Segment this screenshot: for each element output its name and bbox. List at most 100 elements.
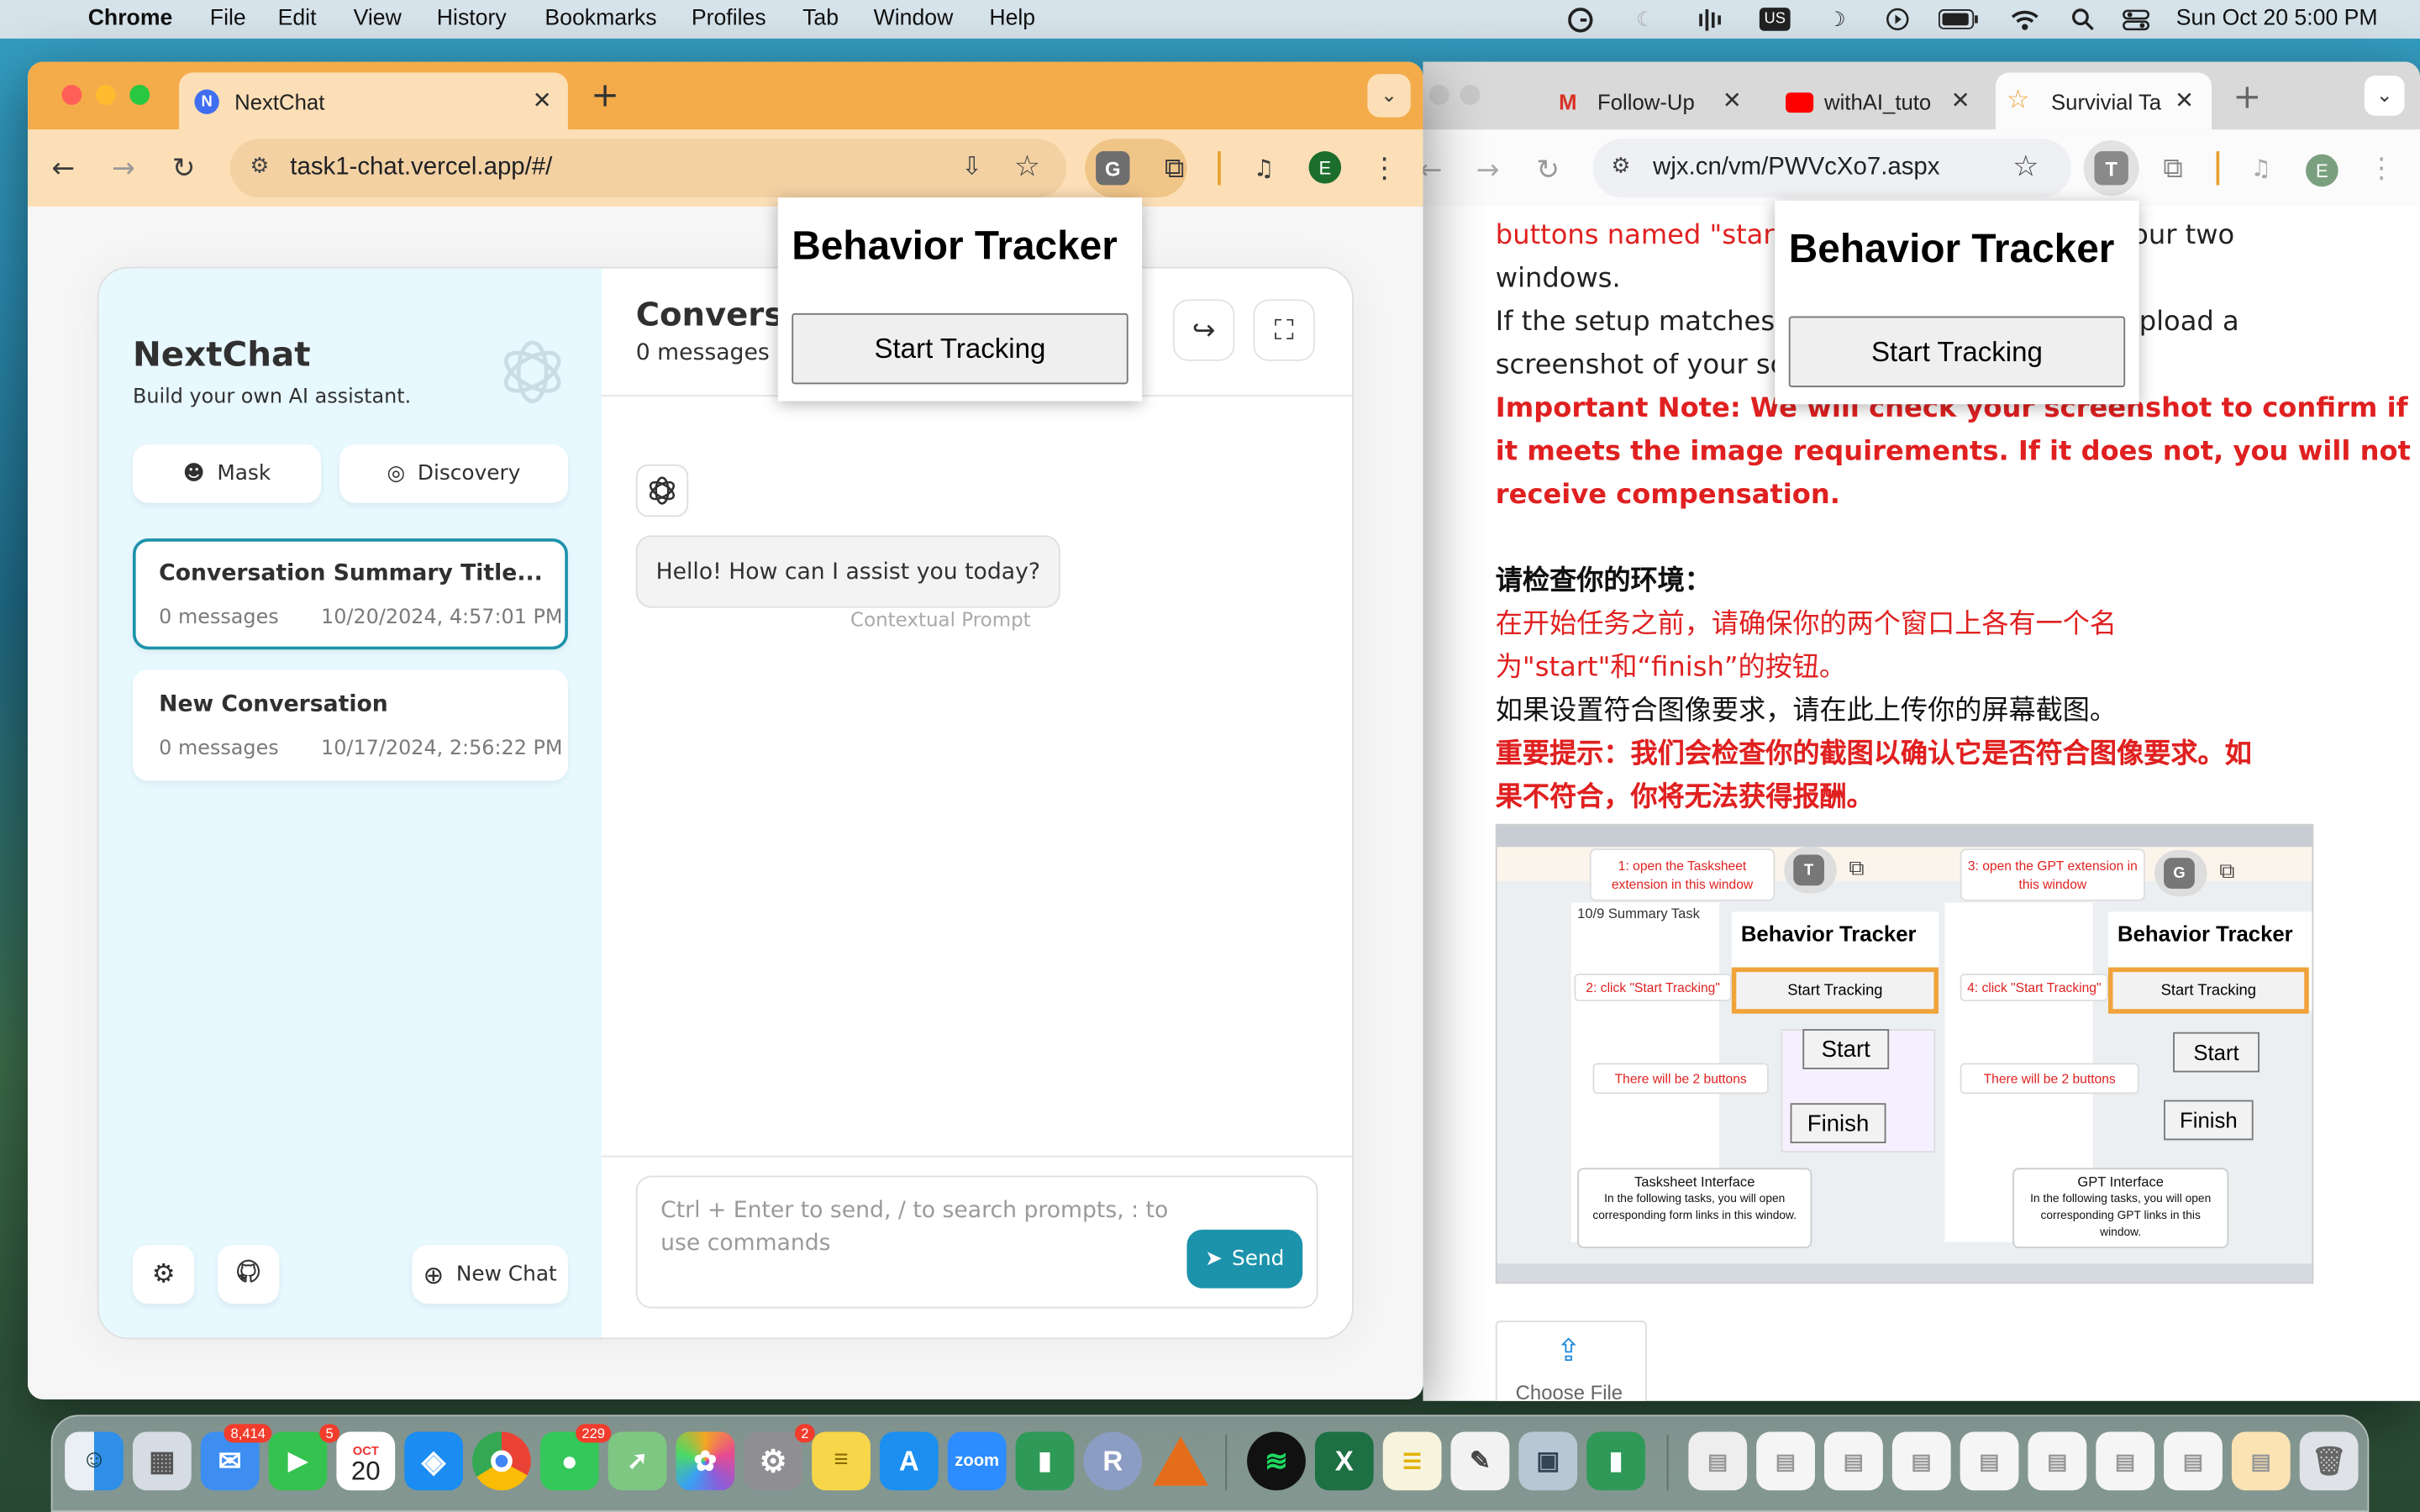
menu-app-name[interactable]: Chrome (88, 6, 173, 30)
profile-avatar[interactable]: E (2306, 154, 2338, 187)
menu-window[interactable]: Window (874, 6, 954, 30)
tab-close-icon[interactable]: ✕ (1723, 87, 1742, 114)
chat-item-selected[interactable]: Conversation Summary Title... 0 messages… (132, 538, 568, 650)
menu-help[interactable]: Help (989, 6, 1035, 30)
menu-bookmarks[interactable]: Bookmarks (544, 6, 656, 30)
minimized-window-8[interactable]: ▤ (2164, 1431, 2223, 1491)
audio-bars-icon[interactable] (1697, 8, 1722, 31)
menu-clock[interactable]: Sun Oct 20 5:00 PM (2176, 6, 2378, 30)
excel-dock-icon[interactable]: X (1314, 1431, 1374, 1491)
tasksheet-extension-icon[interactable]: T (2094, 150, 2128, 186)
address-bar[interactable]: ⚙ task1-chat.vercel.app/#/ ⇩ ☆ (229, 139, 1067, 198)
back-arrow-icon[interactable]: ← (1423, 150, 1450, 190)
address-bar[interactable]: ⚙ wjx.cn/vm/PWVcXo7.aspx ☆ (1592, 139, 2071, 198)
choose-file-button[interactable]: ⇪ Choose File (1495, 1320, 1647, 1401)
menu-profiles[interactable]: Profiles (692, 6, 766, 30)
menu-view[interactable]: View (354, 6, 402, 30)
window-minimize-button[interactable] (1428, 85, 1449, 105)
gpt-extension-icon[interactable]: G (1096, 150, 1130, 186)
control-center-icon[interactable] (2123, 8, 2150, 31)
tab-survival-active[interactable]: ☆ Survivial Ta ✕ (1995, 72, 2212, 130)
window-close-button[interactable] (61, 85, 82, 105)
reload-icon[interactable]: ↻ (164, 148, 204, 188)
zoom-dock-icon[interactable]: zoom (947, 1431, 1007, 1491)
menu-history[interactable]: History (437, 6, 507, 30)
tab-follow-up[interactable]: M Follow-Up ✕ (1546, 72, 1762, 129)
input-source-icon[interactable]: US (1759, 8, 1791, 31)
fullscreen-button[interactable]: ⛶ (1253, 299, 1315, 361)
numbers-dock-icon[interactable]: ▮ (1015, 1431, 1075, 1491)
url-text[interactable]: task1-chat.vercel.app/#/ (290, 155, 552, 182)
install-app-icon[interactable]: ⇩ (961, 151, 982, 182)
minimized-window-5[interactable]: ▤ (1960, 1431, 2019, 1491)
chrome-dock-icon[interactable] (472, 1431, 531, 1491)
tab-search-chevron-icon[interactable]: ⌄ (2364, 75, 2405, 116)
extensions-puzzle-icon[interactable]: ⧉ (2153, 148, 2193, 188)
media-control-icon[interactable]: ♫ (1244, 148, 1284, 188)
notes-dock-icon[interactable]: ☰ (1382, 1431, 1442, 1491)
moon-outline-icon[interactable]: ☾ (1633, 7, 1657, 31)
finder-dock-icon[interactable]: ☺ (65, 1431, 124, 1491)
launchpad-dock-icon[interactable]: ▦ (132, 1431, 192, 1491)
discovery-button[interactable]: ◎ Discovery (339, 444, 568, 503)
github-button[interactable] (217, 1245, 280, 1305)
tab-withai[interactable]: withAI_tuto ✕ (1775, 72, 1991, 129)
photos-dock-icon[interactable]: ✿ (676, 1431, 735, 1491)
reload-icon[interactable]: ↻ (1528, 150, 1568, 190)
grammarly-icon[interactable] (1568, 7, 1593, 32)
minimized-window-3[interactable]: ▤ (1824, 1431, 1883, 1491)
new-tab-plus-icon[interactable]: + (585, 76, 625, 116)
new-tab-plus-icon[interactable]: + (2227, 77, 2267, 118)
start-tracking-button[interactable]: Start Tracking (1788, 316, 2126, 388)
send-button[interactable]: ➤ Send (1186, 1229, 1303, 1289)
back-arrow-icon[interactable]: ← (43, 148, 83, 188)
extensions-puzzle-icon[interactable]: ⧉ (1155, 148, 1195, 188)
share-button[interactable]: ↪ (1172, 299, 1235, 361)
profile-avatar[interactable]: E (1308, 150, 1342, 184)
messages-dock-icon[interactable]: ● 229 (539, 1424, 612, 1491)
numbers-recent-dock-icon[interactable]: ▮ (1586, 1431, 1645, 1491)
window-minimize-button[interactable] (95, 85, 116, 105)
forward-arrow-icon[interactable]: → (103, 148, 144, 188)
r-app-dock-icon[interactable]: R (1083, 1431, 1143, 1491)
minimized-window-9[interactable]: ▤ (2231, 1431, 2291, 1491)
tab-close-icon[interactable]: ✕ (533, 87, 552, 114)
menu-tab[interactable]: Tab (802, 6, 839, 30)
system-settings-dock-icon[interactable]: ⚙ 2 (744, 1424, 815, 1491)
notes-yellow-dock-icon[interactable]: ≡ (812, 1431, 871, 1491)
calendar-dock-icon[interactable]: OCT 20 (336, 1431, 396, 1491)
url-text[interactable]: wjx.cn/vm/PWVcXo7.aspx (1653, 155, 1939, 182)
forward-arrow-icon[interactable]: → (1468, 150, 1508, 190)
facetime-dock-icon[interactable]: ▶ 5 (268, 1424, 340, 1491)
preview-dock-icon[interactable]: ▣ (1518, 1431, 1578, 1491)
minimized-window-2[interactable]: ▤ (1756, 1431, 1815, 1491)
site-settings-icon[interactable]: ⚙ (1612, 153, 1631, 179)
menu-file[interactable]: File (210, 6, 246, 30)
browser-menu-icon[interactable]: ⋮ (1365, 148, 1405, 188)
bookmark-star-icon[interactable]: ☆ (1014, 150, 1040, 185)
textedit-dock-icon[interactable]: ✎ (1450, 1431, 1510, 1491)
tab-close-icon[interactable]: ✕ (2175, 87, 2194, 114)
wifi-icon[interactable] (2011, 8, 2039, 31)
settings-button[interactable]: ⚙ (132, 1245, 195, 1305)
tab-search-chevron-icon[interactable]: ⌄ (1367, 74, 1411, 118)
minimized-window-4[interactable]: ▤ (1891, 1431, 1951, 1491)
minimized-window-7[interactable]: ▤ (2096, 1431, 2155, 1491)
mail-dock-icon[interactable]: ✉ 8,414 (200, 1424, 272, 1491)
app-store-dock-icon[interactable]: A (879, 1431, 939, 1491)
safari-dock-icon[interactable]: ◈ (404, 1431, 464, 1491)
browser-menu-icon[interactable]: ⋮ (2361, 148, 2402, 188)
new-chat-button[interactable]: ⊕ New Chat (412, 1245, 568, 1305)
matlab-dock-icon[interactable] (1151, 1431, 1210, 1490)
spotlight-search-icon[interactable] (2070, 8, 2094, 31)
tab-nextchat-active[interactable]: N NextChat ✕ (179, 72, 568, 130)
spotify-dock-icon[interactable]: ≋ (1247, 1431, 1306, 1491)
mask-button[interactable]: ☻ Mask (132, 444, 322, 503)
trash-dock-icon[interactable]: 🗑 (2299, 1431, 2359, 1491)
focus-moon-icon[interactable]: ☽ (1824, 7, 1849, 31)
menu-edit[interactable]: Edit (278, 6, 317, 30)
battery-icon[interactable] (1938, 8, 1979, 31)
chat-item[interactable]: New Conversation 0 messages 10/17/2024, … (132, 669, 568, 781)
window-zoom-button[interactable] (129, 85, 150, 105)
chat-input[interactable]: Ctrl + Enter to send, / to search prompt… (635, 1175, 1318, 1309)
